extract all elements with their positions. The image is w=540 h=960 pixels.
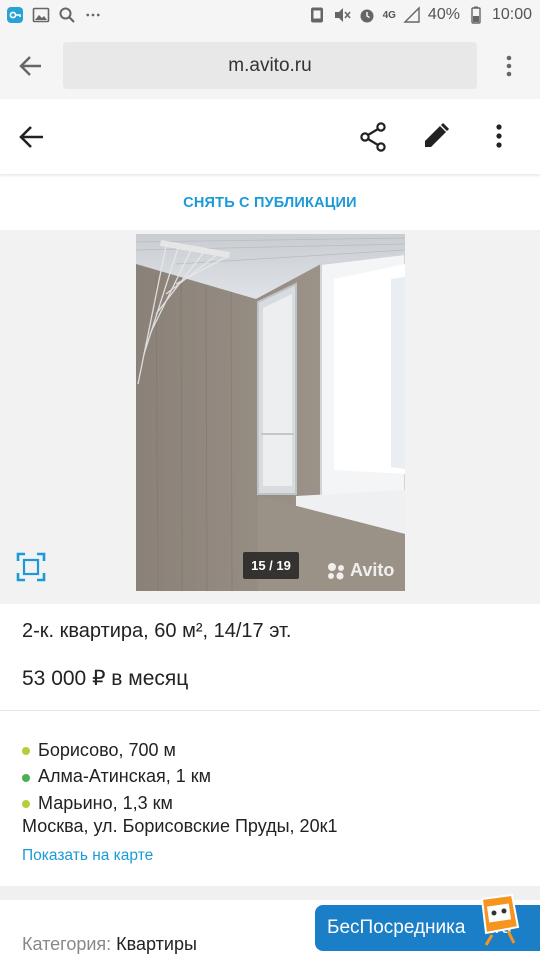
back-arrow-icon[interactable] [18, 123, 46, 151]
listing-title: 2-к. квартира, 60 м², 14/17 эт. [22, 620, 292, 642]
metro-station: Борисово, 700 м [22, 737, 211, 764]
search-icon [59, 7, 75, 23]
metro-station: Марьино, 1,3 км [22, 790, 211, 817]
url-text: m.avito.ru [228, 54, 312, 76]
avito-watermark: Avito [326, 560, 394, 581]
category-value: Квартиры [116, 934, 197, 954]
edit-pencil-icon[interactable] [422, 122, 450, 150]
metro-line-dot [22, 747, 30, 756]
metro-station-name: Алма-Атинская, 1 км [38, 766, 212, 787]
show-on-map-link[interactable]: Показать на карте [22, 847, 153, 865]
browser-toolbar: m.avito.ru [0, 33, 540, 99]
photo-gallery[interactable]: 15 / 19 Avito [0, 230, 540, 604]
alarm-icon [360, 9, 374, 23]
metro-station: Алма-Атинская, 1 км [22, 764, 211, 791]
metro-station-name: Борисово, 700 м [38, 739, 176, 760]
listing-toolbar [0, 99, 540, 174]
battery-icon [471, 6, 481, 24]
status-bar: 4G 40% 10:00 [0, 0, 540, 33]
photo-counter: 15 / 19 [243, 552, 299, 579]
browser-back-icon[interactable] [18, 53, 44, 79]
divider [0, 710, 540, 711]
bespostrednika-banner[interactable]: БесПосредника.ru [315, 893, 540, 951]
avito-logo-icon [328, 562, 344, 580]
listing-category: Категория: Квартиры [22, 934, 197, 955]
browser-menu-icon[interactable] [497, 53, 521, 79]
clock: 10:00 [491, 6, 532, 23]
more-notifications-icon [86, 13, 100, 17]
screenshot-icon [310, 7, 323, 23]
network-type: 4G [382, 9, 396, 21]
metro-station-name: Марьино, 1,3 км [38, 792, 173, 813]
unpublish-button[interactable]: СНЯТЬ С ПУБЛИКАЦИИ [0, 176, 540, 230]
mascot-icon [480, 893, 520, 946]
fullscreen-icon[interactable] [16, 552, 46, 582]
image-icon [32, 7, 50, 23]
watermark-text: Avito [350, 560, 395, 580]
listing-photo[interactable] [136, 234, 405, 591]
vpn-key-icon [7, 7, 23, 23]
battery-percent: 40% [427, 6, 460, 23]
category-label: Категория: [22, 934, 112, 954]
address-bar[interactable]: m.avito.ru [63, 42, 477, 89]
metro-line-dot [22, 800, 30, 809]
metro-list: Борисово, 700 м Алма-Атинская, 1 км Марь… [22, 737, 211, 817]
share-icon[interactable] [359, 122, 387, 152]
section-separator [0, 886, 540, 900]
banner-text: БесПосредника [327, 917, 466, 938]
metro-line-dot [22, 773, 30, 782]
more-vert-icon[interactable] [489, 122, 509, 150]
mute-icon [334, 8, 351, 22]
signal-icon [403, 6, 420, 23]
listing-address: Москва, ул. Борисовские Пруды, 20к1 [22, 816, 338, 836]
listing-price: 53 000 ₽ в месяц [22, 667, 189, 690]
